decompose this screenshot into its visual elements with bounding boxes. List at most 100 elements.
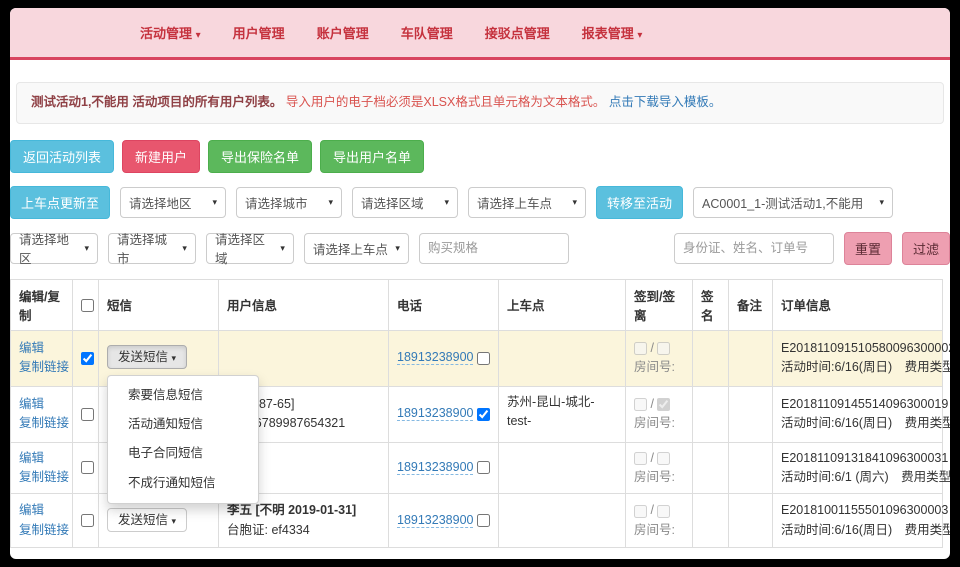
chevron-down-icon: ▾ [172,516,177,526]
export-insurance-list-button[interactable]: 导出保险名单 [208,140,312,173]
chevron-down-icon: ▾ [84,243,89,254]
copy-link[interactable]: 复制链接 [19,360,69,374]
room-number-label: 房间号: [634,523,675,537]
pickup-point-select-2[interactable]: 请选择上车点▾ [304,233,409,264]
copy-link[interactable]: 复制链接 [19,523,69,537]
city-select[interactable]: 请选择城市▾ [236,187,342,218]
row-checkbox[interactable] [81,408,94,421]
sign-in-checkbox[interactable] [634,398,647,411]
col-select-all [73,279,99,330]
menu-item-activity-notice-sms[interactable]: 活动通知短信 [108,410,258,439]
pickup-cell [499,494,626,548]
phone-link[interactable]: 18913238900 [397,406,473,421]
reset-button[interactable]: 重置 [844,232,892,265]
order-info-cell: E20181109145514096300019 活动时间:6/16(周日) 费… [773,386,943,442]
city-select-2[interactable]: 请选择城市▾ [108,233,196,264]
edit-copy-cell: 编辑 复制链接 [11,386,73,442]
back-to-activity-list-button[interactable]: 返回活动列表 [10,140,114,173]
sign-cell: / 房间号: [626,494,693,548]
menu-item-request-info-sms[interactable]: 索要信息短信 [108,381,258,410]
export-user-list-button[interactable]: 导出用户名单 [320,140,424,173]
phone-link[interactable]: 18913238900 [397,350,473,365]
pickup-cell: 苏州-昆山-城北-test- [499,386,626,442]
col-edit-copy: 编辑/复制 [11,279,73,330]
edit-link[interactable]: 编辑 [19,451,44,465]
filter-button[interactable]: 过滤 [902,232,950,265]
nav-label: 账户管理 [317,26,369,41]
copy-link[interactable]: 复制链接 [19,470,69,484]
nav-account-management[interactable]: 账户管理 [317,23,369,42]
new-user-button[interactable]: 新建用户 [122,140,200,173]
nav-report-management[interactable]: 报表管理 ▾ [582,23,643,42]
chevron-down-icon: ▾ [212,197,217,208]
pickup-point-select[interactable]: 请选择上车点 ▾ [468,187,586,218]
window-frame: 活动管理 ▾ 用户管理 账户管理 车队管理 接驳点管理 报表管理 ▾ 测试活动1… [0,0,960,567]
row-checkbox[interactable] [81,461,94,474]
phone-link[interactable]: 18913238900 [397,513,473,528]
room-number-label: 房间号: [634,360,675,374]
select-all-checkbox[interactable] [81,299,94,312]
sign-cell: / 房间号: [626,330,693,386]
edit-link[interactable]: 编辑 [19,503,44,517]
edit-link[interactable]: 编辑 [19,397,44,411]
phone-checkbox[interactable] [477,461,490,474]
col-order-info: 订单信息 [773,279,943,330]
select-value: 请选择地区 [129,193,192,212]
row-checkbox[interactable] [81,514,94,527]
region-select-2[interactable]: 请选择地区▾ [10,233,98,264]
purchase-spec-input[interactable] [419,233,569,264]
top-navbar: 活动管理 ▾ 用户管理 账户管理 车队管理 接驳点管理 报表管理 ▾ [10,8,950,60]
order-activity-time: 活动时间:6/1 (周六) 费用类型 [781,470,950,484]
nav-label: 报表管理 [582,26,634,41]
sign-in-checkbox[interactable] [634,452,647,465]
nav-fleet-management[interactable]: 车队管理 [401,23,453,42]
order-info-cell: E2018110915105800963000025 活动时间:6/16(周日)… [773,330,943,386]
send-sms-button[interactable]: 发送短信 ▾ [107,345,187,369]
col-sign: 签到/签离 [626,279,693,330]
region-select[interactable]: 请选择地区 ▾ [120,187,226,218]
nav-pickup-point-management[interactable]: 接驳点管理 [485,23,550,42]
sms-dropdown-menu: 索要信息短信 活动通知短信 电子合同短信 不成行通知短信 [107,375,259,505]
signature-cell [693,442,729,494]
edit-link[interactable]: 编辑 [19,341,44,355]
phone-checkbox[interactable] [477,408,490,421]
chevron-down-icon: ▾ [572,197,577,208]
district-select-2[interactable]: 请选择区域▾ [206,233,294,264]
sign-in-checkbox[interactable] [634,505,647,518]
sign-out-checkbox[interactable] [657,342,670,355]
nav-activity-management[interactable]: 活动管理 ▾ [140,23,201,42]
room-number-label: 房间号: [634,470,675,484]
remark-cell [729,494,773,548]
transfer-to-activity-button[interactable]: 转移至活动 [596,186,683,219]
nav-user-management[interactable]: 用户管理 [233,23,285,42]
search-input[interactable] [674,233,834,264]
edit-copy-cell: 编辑 复制链接 [11,442,73,494]
col-remark: 备注 [729,279,773,330]
action-button-row: 返回活动列表 新建用户 导出保险名单 导出用户名单 [10,140,950,173]
phone-checkbox[interactable] [477,514,490,527]
sign-in-checkbox[interactable] [634,342,647,355]
select-value: 请选择区域 [361,193,424,212]
menu-item-cancel-notice-sms[interactable]: 不成行通知短信 [108,469,258,498]
update-pickup-button[interactable]: 上车点更新至 [10,186,110,219]
copy-link[interactable]: 复制链接 [19,416,69,430]
district-select[interactable]: 请选择区域▾ [352,187,458,218]
download-template-link[interactable]: 点击下载导入模板。 [609,95,722,109]
phone-link[interactable]: 18913238900 [397,460,473,475]
sign-out-checkbox[interactable] [657,505,670,518]
menu-item-econtract-sms[interactable]: 电子合同短信 [108,439,258,468]
nav-label: 车队管理 [401,26,453,41]
user-table: 编辑/复制 短信 用户信息 电话 上车点 签到/签离 签名 备注 订单信息 编辑 [10,279,943,549]
row-checkbox[interactable] [81,352,94,365]
select-value: 请选择区域 [215,229,274,267]
sign-out-checkbox[interactable] [657,398,670,411]
signature-cell [693,386,729,442]
sms-cell: 发送短信 ▾ 索要信息短信 活动通知短信 电子合同短信 不成行通知短信 [99,330,219,386]
sign-out-checkbox[interactable] [657,452,670,465]
row-select-cell [73,386,99,442]
send-sms-button[interactable]: 发送短信 ▾ [107,508,187,532]
phone-checkbox[interactable] [477,352,490,365]
activity-select[interactable]: AC0001_1-测试活动1,不能用▾ [693,187,893,218]
col-phone: 电话 [389,279,499,330]
select-value: 请选择上车点 [477,193,552,212]
